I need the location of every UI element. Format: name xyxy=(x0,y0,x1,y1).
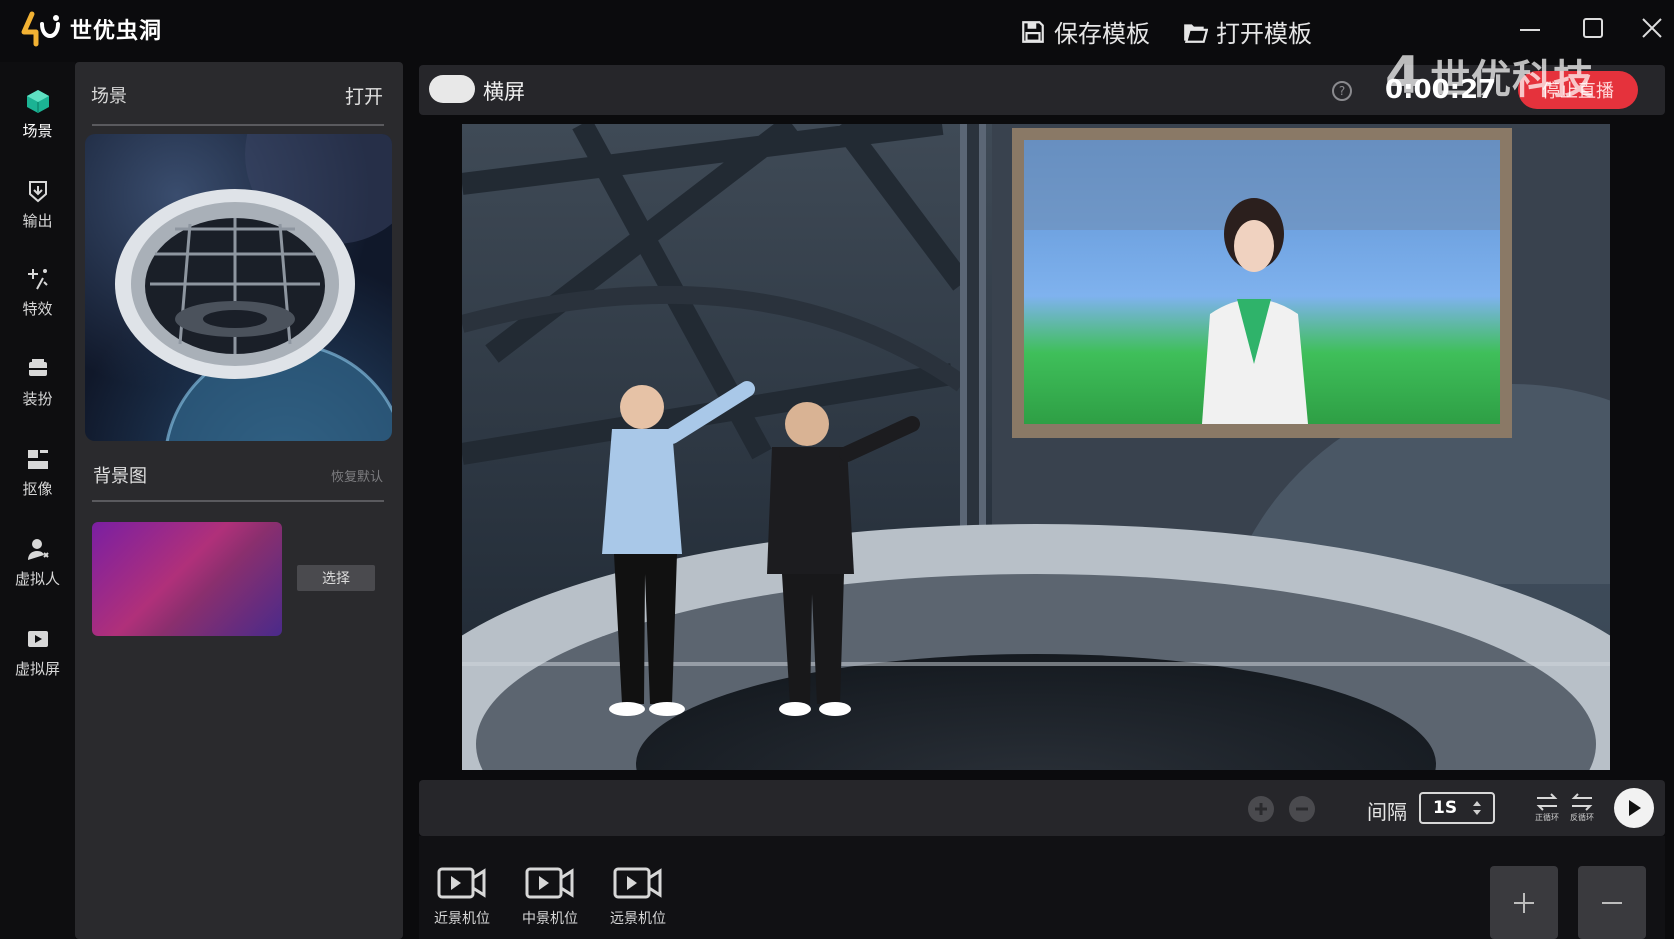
scene-title: 场景 xyxy=(91,86,127,107)
remove-position-button[interactable] xyxy=(1578,866,1646,939)
sidebar-item-label: 虚拟屏 xyxy=(14,659,60,678)
brand-watermark: 4 世优科技 xyxy=(1385,46,1594,106)
sidebar-item-label: 装扮 xyxy=(22,389,53,408)
orientation-toggle[interactable] xyxy=(429,75,475,103)
scene-thumbnail-image xyxy=(115,134,392,441)
background-header: 背景图 恢复默认 xyxy=(93,462,383,488)
virtual-studio-scene xyxy=(462,124,1610,770)
interval-value: 1S xyxy=(1433,798,1458,818)
save-template-button[interactable]: 保存模板 xyxy=(1020,14,1150,49)
sidebar-item-virtual-human[interactable]: 虚拟人 xyxy=(0,522,75,602)
cube-icon xyxy=(25,88,51,114)
maximize-button[interactable] xyxy=(1573,10,1613,46)
person-icon xyxy=(25,536,51,562)
scene-panel: 场景 打开 背景图 恢复默认 选择 xyxy=(75,62,403,939)
minimize-icon xyxy=(1520,29,1540,31)
camera-wide[interactable]: 远景机位 xyxy=(603,866,673,928)
open-template-label: 打开模板 xyxy=(1216,20,1312,48)
video-camera-icon xyxy=(613,867,662,899)
minus-icon xyxy=(1296,807,1308,811)
open-scene-button[interactable]: 打开 xyxy=(345,82,383,109)
sidebar-item-wardrobe[interactable]: 装扮 xyxy=(0,342,75,422)
background-preview[interactable] xyxy=(92,522,282,636)
sidebar-item-label: 抠像 xyxy=(22,479,53,498)
sidebar-item-label: 虚拟人 xyxy=(14,569,60,588)
save-template-label: 保存模板 xyxy=(1054,20,1150,48)
minimize-button[interactable] xyxy=(1510,10,1550,46)
close-button[interactable] xyxy=(1632,10,1672,46)
sidebar-item-matting[interactable]: 抠像 xyxy=(0,432,75,512)
camera-label: 中景机位 xyxy=(522,911,578,927)
camera-close-up[interactable]: 近景机位 xyxy=(427,866,497,928)
sidebar-item-label: 场景 xyxy=(22,121,53,140)
camera-control-bar: 间隔 1S 正循环 反循环 xyxy=(419,780,1665,836)
sidebar-item-label: 特效 xyxy=(22,299,53,318)
remove-camera-button[interactable] xyxy=(1289,796,1315,822)
screen-icon xyxy=(25,626,51,652)
reverse-loop-label: 反循环 xyxy=(1570,813,1594,822)
sidebar-item-output[interactable]: 输出 xyxy=(0,164,75,244)
close-icon xyxy=(1642,18,1662,38)
reverse-loop-button[interactable]: 反循环 xyxy=(1566,790,1598,826)
background-title: 背景图 xyxy=(93,466,147,487)
app-logo: 世优虫洞 xyxy=(20,10,162,48)
interval-label: 间隔 xyxy=(1367,800,1407,824)
scene-header: 场景 打开 xyxy=(91,82,383,108)
minus-icon xyxy=(1602,901,1622,904)
help-icon[interactable]: ? xyxy=(1332,81,1352,101)
preview-canvas[interactable] xyxy=(462,124,1610,770)
plus-icon xyxy=(1514,892,1534,913)
sidebar: 场景 输出 特效 装扮 抠像 虚拟人 虚拟屏 xyxy=(0,62,75,939)
folder-open-icon xyxy=(1184,23,1208,43)
app-window: 世优虫洞 保存模板 打开模板 场景 输出 特效 装扮 抠像 虚拟人 虚拟屏 场景… xyxy=(0,0,1674,939)
divider xyxy=(92,500,384,502)
watermark-mark: 4 xyxy=(1385,46,1423,106)
forward-loop-button[interactable]: 正循环 xyxy=(1531,790,1563,826)
maximize-icon xyxy=(1583,18,1603,38)
camera-list: 近景机位 中景机位 远景机位 xyxy=(419,836,1665,939)
output-icon xyxy=(25,178,51,204)
plus-icon xyxy=(1255,803,1267,815)
camera-label: 远景机位 xyxy=(610,911,666,927)
add-position-button[interactable] xyxy=(1490,866,1558,939)
matting-icon xyxy=(25,446,51,472)
camera-label: 近景机位 xyxy=(434,911,490,927)
sidebar-item-scene[interactable]: 场景 xyxy=(0,74,75,154)
video-camera-icon xyxy=(437,867,486,899)
play-button[interactable] xyxy=(1614,788,1654,828)
sidebar-item-effects[interactable]: 特效 xyxy=(0,252,75,332)
sparkle-icon xyxy=(25,266,51,292)
select-background-button[interactable]: 选择 xyxy=(297,565,375,591)
divider xyxy=(92,124,384,126)
orientation-label: 横屏 xyxy=(483,80,525,104)
reverse-loop-icon xyxy=(1571,793,1593,811)
forward-loop-icon xyxy=(1536,793,1558,811)
watermark-text: 世优科技 xyxy=(1430,57,1595,103)
wardrobe-icon xyxy=(25,356,51,382)
logo-mark-icon xyxy=(20,10,62,48)
open-template-button[interactable]: 打开模板 xyxy=(1182,14,1312,49)
reset-default-link[interactable]: 恢复默认 xyxy=(331,466,383,485)
play-icon xyxy=(1629,800,1641,816)
video-camera-icon xyxy=(525,867,574,899)
interval-stepper[interactable]: 1S xyxy=(1419,792,1495,824)
scene-thumbnail[interactable] xyxy=(85,134,392,441)
sidebar-item-virtual-screen[interactable]: 虚拟屏 xyxy=(0,612,75,692)
stepper-arrows-icon xyxy=(1473,801,1482,815)
camera-medium[interactable]: 中景机位 xyxy=(515,866,585,928)
app-name: 世优虫洞 xyxy=(70,19,163,44)
forward-loop-label: 正循环 xyxy=(1535,813,1559,822)
add-camera-button[interactable] xyxy=(1248,796,1274,822)
save-icon xyxy=(1022,20,1044,43)
sidebar-item-label: 输出 xyxy=(22,211,53,230)
